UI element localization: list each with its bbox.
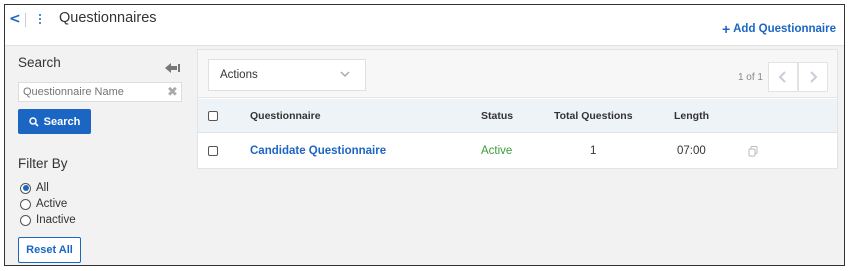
previous-page-button[interactable] bbox=[768, 62, 798, 92]
header-divider bbox=[25, 13, 26, 27]
actions-toolbar: Actions 1 of 1 bbox=[198, 50, 837, 98]
actions-dropdown-label: Actions bbox=[220, 69, 258, 81]
search-icon bbox=[28, 116, 39, 127]
filter-all-option[interactable]: All bbox=[20, 182, 49, 194]
search-heading: Search bbox=[18, 55, 61, 70]
chevron-left-icon bbox=[778, 71, 786, 83]
radio-unselected-icon[interactable] bbox=[20, 198, 31, 210]
plus-icon: + bbox=[721, 21, 731, 37]
row-checkbox[interactable] bbox=[208, 146, 218, 156]
reset-all-button[interactable]: Reset All bbox=[18, 237, 81, 263]
chevron-down-icon bbox=[339, 68, 351, 83]
questionnaire-panel: Actions 1 of 1 Questionnaire Status Tota… bbox=[197, 49, 838, 169]
column-header-status[interactable]: Status bbox=[481, 99, 513, 132]
column-header-total-questions[interactable]: Total Questions bbox=[554, 99, 633, 132]
app-frame: < Questionnaires + Add Questionnaire Sea… bbox=[4, 4, 845, 266]
total-questions-value: 1 bbox=[590, 145, 597, 157]
chevron-right-icon bbox=[810, 71, 818, 83]
page-header: < Questionnaires + Add Questionnaire bbox=[5, 5, 844, 45]
actions-dropdown[interactable]: Actions bbox=[208, 59, 366, 91]
radio-selected-icon[interactable] bbox=[20, 182, 31, 194]
main-content: Actions 1 of 1 Questionnaire Status Tota… bbox=[193, 45, 844, 265]
radio-unselected-icon[interactable] bbox=[20, 214, 31, 226]
sidebar: Search ✖ Search Filter By All Active bbox=[5, 45, 193, 265]
back-chevron-icon[interactable]: < bbox=[9, 11, 21, 27]
pagination-text: 1 of 1 bbox=[737, 72, 763, 83]
page-title: Questionnaires bbox=[59, 10, 157, 26]
filter-all-label: All bbox=[36, 182, 49, 194]
search-button-label: Search bbox=[43, 115, 81, 128]
status-text: Active bbox=[481, 145, 513, 157]
next-page-button[interactable] bbox=[798, 62, 828, 92]
clear-search-icon[interactable]: ✖ bbox=[167, 85, 178, 100]
filter-active-label: Active bbox=[36, 198, 68, 210]
select-all-checkbox[interactable] bbox=[208, 110, 218, 121]
filter-active-option[interactable]: Active bbox=[20, 198, 67, 210]
table-row: Candidate Questionnaire Active 1 07:00 bbox=[198, 134, 837, 168]
filter-heading: Filter By bbox=[18, 156, 68, 171]
add-questionnaire-button[interactable]: + Add Questionnaire bbox=[722, 22, 836, 36]
search-input[interactable] bbox=[18, 82, 182, 102]
copy-icon[interactable] bbox=[748, 134, 758, 168]
table-header: Questionnaire Status Total Questions Len… bbox=[198, 99, 837, 133]
column-header-questionnaire[interactable]: Questionnaire bbox=[250, 99, 321, 132]
more-options-icon[interactable] bbox=[38, 13, 42, 27]
length-value: 07:00 bbox=[677, 145, 706, 157]
add-questionnaire-label: Add Questionnaire bbox=[733, 23, 836, 35]
filter-inactive-label: Inactive bbox=[36, 214, 76, 226]
column-header-length[interactable]: Length bbox=[674, 99, 709, 132]
search-button[interactable]: Search bbox=[18, 109, 91, 134]
questionnaire-name-link[interactable]: Candidate Questionnaire bbox=[250, 134, 386, 168]
collapse-sidebar-icon[interactable] bbox=[165, 59, 183, 73]
filter-inactive-option[interactable]: Inactive bbox=[20, 214, 76, 226]
